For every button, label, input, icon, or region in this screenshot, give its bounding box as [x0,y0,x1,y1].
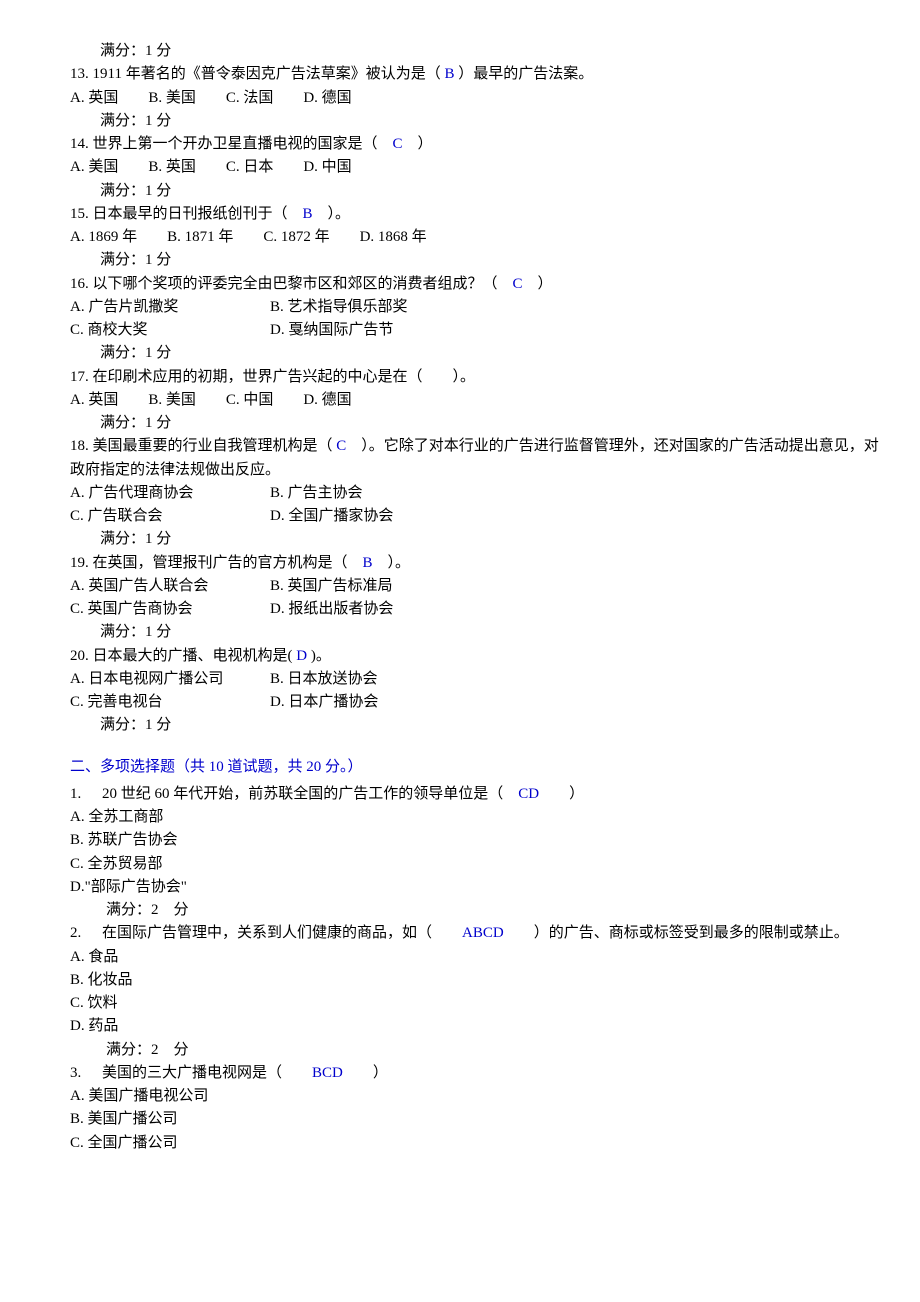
q13-stem-a: 13. 1911 年著名的《普令泰因克广告法草案》被认为是（ [70,66,441,82]
m1-stem-a: 20 世纪 60 年代开始，前苏联全国的广告工作的领导单位是（ [102,786,503,802]
q15-text: 15. 日本最早的日刊报纸创刊于（ B ）。 [70,203,890,226]
m3-opt-a: A. 美国广播电视公司 [70,1085,890,1108]
q20-answer: D [293,648,311,664]
q18-opt-d: D. 全国广播家协会 [270,508,393,524]
score-label: 满分：1 分 [70,714,890,737]
q19-opt-d: D. 报纸出版者协会 [270,601,393,617]
q16-options-row2: C. 商校大奖D. 戛纳国际广告节 [70,319,890,342]
q18-opt-c: C. 广告联合会 [70,505,270,528]
q16-opt-c: C. 商校大奖 [70,319,270,342]
q15-stem-b: ）。 [328,206,351,222]
q20-text: 20. 日本最大的广播、电视机构是( D )。 [70,645,890,668]
q20-opt-a: A. 日本电视网广播公司 [70,668,270,691]
q13-answer: B [441,66,459,82]
m2-options: A. 食品 B. 化妆品 C. 饮料 D. 药品 [70,946,890,1039]
m1-opt-d: D."部际广告协会" [70,876,890,899]
q15-options: A. 1869 年 B. 1871 年 C. 1872 年 D. 1868 年 [70,226,890,249]
score-label: 满分：1 分 [70,180,890,203]
m1-opt-c: C. 全苏贸易部 [70,853,890,876]
q16-text: 16. 以下哪个奖项的评委完全由巴黎市区和郊区的消费者组成？（ C ） [70,273,890,296]
q17-options: A. 英国 B. 美国 C. 中国 D. 德国 [70,389,890,412]
q14-stem-b: ） [418,136,433,152]
q18-options-row2: C. 广告联合会D. 全国广播家协会 [70,505,890,528]
q18-text: 18. 美国最重要的行业自我管理机构是（ C ）。它除了对本行业的广告进行监督管… [70,435,890,482]
m3-opt-b: B. 美国广播公司 [70,1108,890,1131]
m1-text: 1.20 世纪 60 年代开始，前苏联全国的广告工作的领导单位是（ CD ） [70,783,890,806]
m2-answer: ABCD [432,925,534,941]
m2-stem-b: ）的广告、商标或标签受到最多的限制或禁止。 [534,925,849,941]
m2-opt-b: B. 化妆品 [70,969,890,992]
m2-stem-a: 在国际广告管理中，关系到人们健康的商品，如（ [102,925,432,941]
m3-opt-c: C. 全国广播公司 [70,1132,890,1155]
q18-answer: C [333,438,362,454]
q19-opt-b: B. 英国广告标准局 [270,578,393,594]
score-label: 满分：1 分 [70,40,890,63]
q14-answer: C [378,136,418,152]
m3-stem-a: 美国的三大广播电视网是（ [102,1065,282,1081]
m1-stem-b: ） [569,786,584,802]
q20-stem-a: 20. 日本最大的广播、电视机构是( [70,648,293,664]
score-label: 满分：1 分 [70,110,890,133]
m2-num: 2. [70,922,102,945]
q20-opt-b: B. 日本放送协会 [270,671,378,687]
q19-options-row2: C. 英国广告商协会D. 报纸出版者协会 [70,598,890,621]
m1-answer: CD [503,786,569,802]
q20-opt-d: D. 日本广播协会 [270,694,378,710]
m2-opt-c: C. 饮料 [70,992,890,1015]
q16-opt-b: B. 艺术指导俱乐部奖 [270,299,408,315]
q16-stem-b: ） [538,276,553,292]
q14-stem-a: 14. 世界上第一个开办卫星直播电视的国家是（ [70,136,378,152]
m3-num: 3. [70,1062,102,1085]
q16-answer: C [498,276,538,292]
q16-opt-d: D. 戛纳国际广告节 [270,322,393,338]
q15-stem-a: 15. 日本最早的日刊报纸创刊于（ [70,206,288,222]
m1-opt-b: B. 苏联广告协会 [70,829,890,852]
q13-text: 13. 1911 年著名的《普令泰因克广告法草案》被认为是（ B ）最早的广告法… [70,63,890,86]
q20-opt-c: C. 完善电视台 [70,691,270,714]
score-label: 满分：1 分 [70,342,890,365]
section-2-title: 二、多项选择题（共 10 道试题，共 20 分。） [70,756,890,779]
q19-answer: B [348,555,388,571]
q16-stem-a: 16. 以下哪个奖项的评委完全由巴黎市区和郊区的消费者组成？（ [70,276,498,292]
q13-stem-b: ）最早的广告法案。 [458,66,593,82]
q15-answer: B [288,206,328,222]
q19-text: 19. 在英国，管理报刊广告的官方机构是（ B ）。 [70,552,890,575]
q14-options: A. 美国 B. 英国 C. 日本 D. 中国 [70,156,890,179]
q20-options-row2: C. 完善电视台D. 日本广播协会 [70,691,890,714]
score-label: 满分：1 分 [70,621,890,644]
q18-opt-a: A. 广告代理商协会 [70,482,270,505]
m1-opt-a: A. 全苏工商部 [70,806,890,829]
q19-stem-b: ）。 [388,555,411,571]
q18-options-row1: A. 广告代理商协会B. 广告主协会 [70,482,890,505]
score-label-2: 满分：2 分 [70,899,890,922]
q13-options: A. 英国 B. 美国 C. 法国 D. 德国 [70,87,890,110]
m1-options: A. 全苏工商部 B. 苏联广告协会 C. 全苏贸易部 D."部际广告协会" [70,806,890,899]
m1-num: 1. [70,783,102,806]
q19-options-row1: A. 英国广告人联合会B. 英国广告标准局 [70,575,890,598]
q18-stem-a: 18. 美国最重要的行业自我管理机构是（ [70,438,333,454]
q18-opt-b: B. 广告主协会 [270,485,363,501]
score-label: 满分：1 分 [70,528,890,551]
q14-text: 14. 世界上第一个开办卫星直播电视的国家是（ C ） [70,133,890,156]
m3-options: A. 美国广播电视公司 B. 美国广播公司 C. 全国广播公司 [70,1085,890,1155]
score-label-2: 满分：2 分 [70,1039,890,1062]
q20-options-row1: A. 日本电视网广播公司B. 日本放送协会 [70,668,890,691]
q19-opt-a: A. 英国广告人联合会 [70,575,270,598]
m3-stem-b: ） [373,1065,388,1081]
q19-stem-a: 19. 在英国，管理报刊广告的官方机构是（ [70,555,348,571]
q16-options-row1: A. 广告片凯撒奖B. 艺术指导俱乐部奖 [70,296,890,319]
m2-opt-a: A. 食品 [70,946,890,969]
m3-answer: BCD [282,1065,373,1081]
q17-text: 17. 在印刷术应用的初期，世界广告兴起的中心是在（ ）。 [70,366,890,389]
q16-opt-a: A. 广告片凯撒奖 [70,296,270,319]
q20-stem-b: )。 [311,648,331,664]
m2-opt-d: D. 药品 [70,1015,890,1038]
score-label: 满分：1 分 [70,249,890,272]
score-label: 满分：1 分 [70,412,890,435]
m3-text: 3.美国的三大广播电视网是（ BCD ） [70,1062,890,1085]
m2-text: 2.在国际广告管理中，关系到人们健康的商品，如（ ABCD ）的广告、商标或标签… [70,922,890,945]
q19-opt-c: C. 英国广告商协会 [70,598,270,621]
